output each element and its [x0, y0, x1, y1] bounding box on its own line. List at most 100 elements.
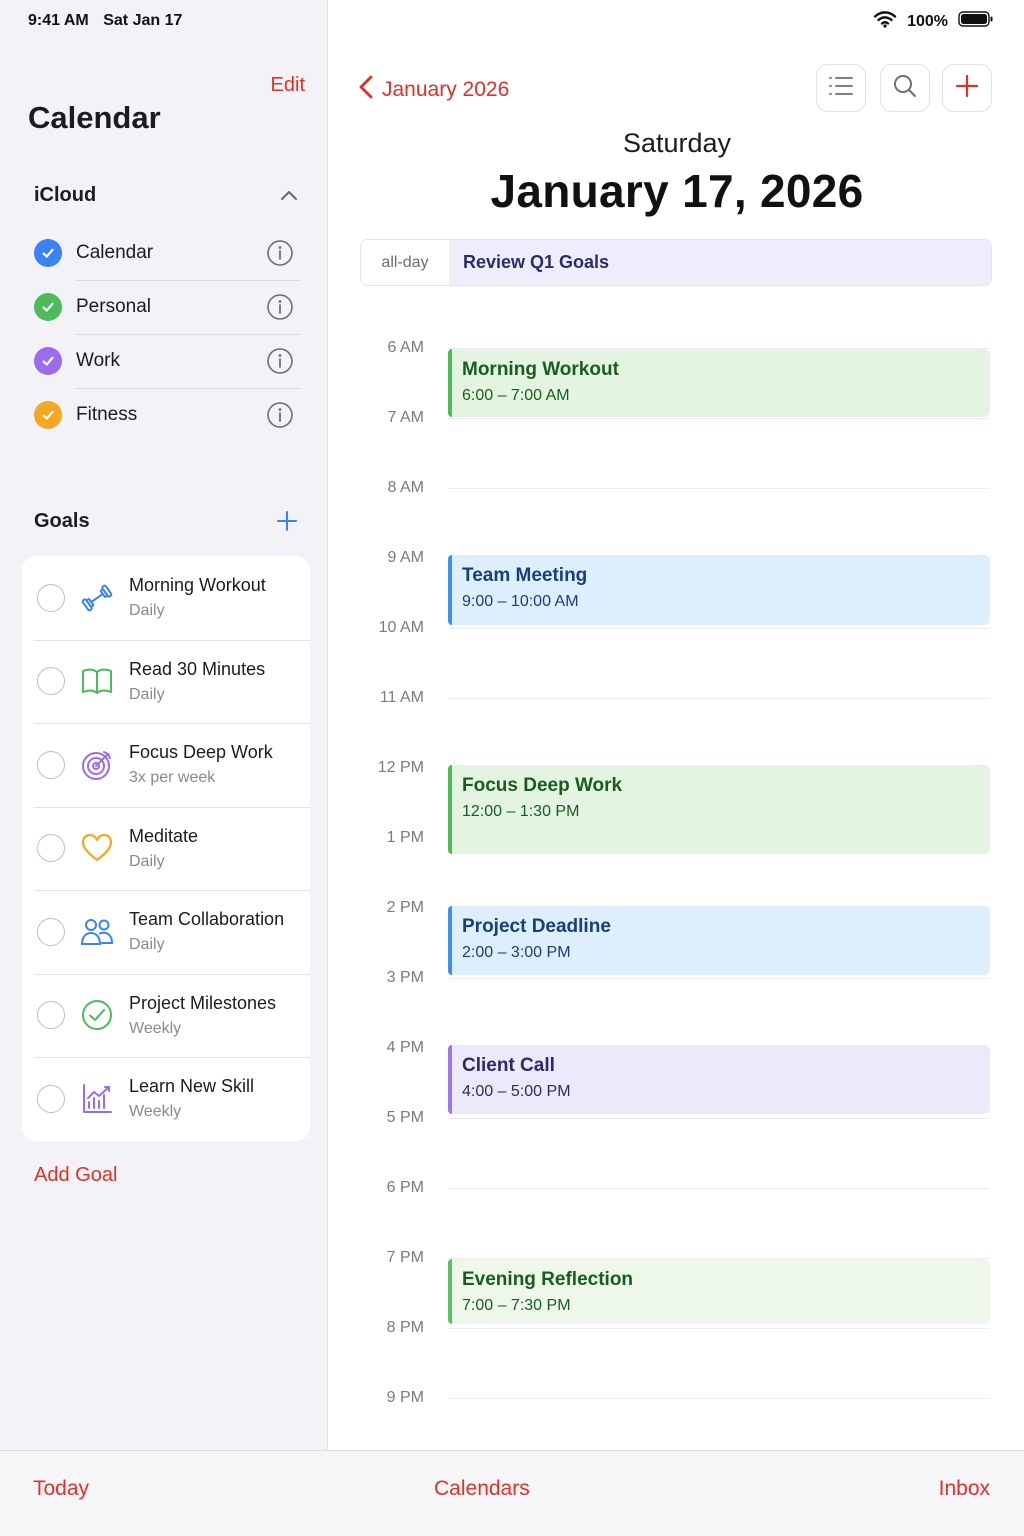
calendar-item-label: Calendar	[76, 242, 154, 263]
hour-label: 4 PM	[386, 1039, 424, 1056]
calendar-item-label: Personal	[76, 296, 151, 317]
goal-title: Morning Workout	[129, 575, 266, 596]
bottom-tab-bar: Today Calendars Inbox	[0, 1450, 1024, 1536]
event-morning-workout[interactable]: Morning Workout 6:00 – 7:00 AM	[448, 349, 990, 417]
event-focus-deep-work[interactable]: Focus Deep Work 12:00 – 1:30 PM	[448, 765, 990, 854]
goal-checkbox[interactable]	[37, 917, 65, 946]
people-icon	[79, 914, 115, 950]
hour-label: 12 PM	[377, 759, 424, 776]
event-time: 9:00 – 10:00 AM	[462, 593, 579, 610]
event-title: Focus Deep Work	[462, 775, 623, 796]
goals-section-header: Goals	[34, 506, 300, 536]
event-time: 6:00 – 7:00 AM	[462, 387, 570, 404]
status-date: Sat Jan 17	[103, 12, 183, 29]
goal-frequency: 3x per week	[129, 769, 216, 787]
status-time: 9:41 AM	[28, 12, 89, 29]
calendar-item-calendar[interactable]: Calendar	[34, 226, 300, 280]
hour-label: 8 AM	[387, 479, 424, 496]
goal-item-read-30-minutes[interactable]: Read 30 Minutes Daily	[22, 639, 310, 724]
hour-label: 2 PM	[386, 899, 424, 916]
hour-line	[448, 698, 990, 699]
goal-frequency: Weekly	[129, 1103, 182, 1121]
hour-label: 6 AM	[387, 339, 424, 356]
hour-label: 7 PM	[386, 1249, 424, 1266]
checkmark-icon[interactable]	[34, 239, 62, 267]
calendar-item-label: Work	[76, 350, 120, 371]
hour-label: 9 AM	[387, 549, 424, 566]
day-timeline: 6 AM 7 AM 8 AM 9 AM 10 AM 11 AM 12 PM 1 …	[330, 0, 1024, 1450]
goals-list: Morning Workout Daily Read 30 Minutes Da…	[22, 556, 310, 1141]
goal-title: Team Collaboration	[129, 909, 285, 930]
calendar-item-personal[interactable]: Personal	[34, 280, 300, 334]
chevron-up-icon[interactable]	[278, 184, 300, 206]
status-bar-left: 9:41 AM Sat Jan 17	[28, 12, 192, 30]
goal-item-morning-workout[interactable]: Morning Workout Daily	[22, 556, 310, 640]
goal-item-meditate[interactable]: Meditate Daily	[22, 806, 310, 891]
goal-checkbox[interactable]	[37, 1084, 65, 1113]
goal-frequency: Daily	[129, 602, 165, 620]
calendar-item-work[interactable]: Work	[34, 334, 300, 388]
event-time: 2:00 – 3:00 PM	[462, 944, 571, 961]
calendar-item-label: Fitness	[76, 404, 138, 425]
tab-inbox[interactable]: Inbox	[939, 1477, 990, 1501]
goal-title: Meditate	[129, 825, 199, 846]
info-icon[interactable]	[266, 347, 294, 375]
event-evening-reflection[interactable]: Evening Reflection 7:00 – 7:30 PM	[448, 1259, 990, 1324]
goal-checkbox[interactable]	[37, 667, 65, 696]
hour-line	[448, 1188, 990, 1189]
event-title: Project Deadline	[462, 916, 611, 937]
edit-button[interactable]: Edit	[271, 74, 305, 97]
target-icon	[79, 747, 115, 783]
checkmark-icon[interactable]	[34, 293, 62, 321]
hour-line	[448, 1328, 990, 1329]
tab-today[interactable]: Today	[33, 1477, 89, 1501]
add-goal-button[interactable]: Add Goal	[34, 1164, 117, 1187]
calendar-item-fitness[interactable]: Fitness	[34, 388, 300, 442]
goal-checkbox[interactable]	[37, 583, 65, 612]
sidebar-title: Calendar	[28, 100, 161, 135]
hour-line	[448, 978, 990, 979]
goal-item-learn-new-skill[interactable]: Learn New Skill Weekly	[22, 1057, 310, 1141]
info-icon[interactable]	[266, 293, 294, 321]
hour-label: 5 PM	[386, 1109, 424, 1126]
goal-title: Learn New Skill	[129, 1076, 255, 1097]
goal-frequency: Weekly	[129, 1019, 182, 1037]
goal-item-focus-deep-work[interactable]: Focus Deep Work 3x per week	[22, 723, 310, 807]
tab-calendars[interactable]: Calendars	[434, 1477, 530, 1501]
goal-frequency: Daily	[129, 685, 165, 703]
event-project-deadline[interactable]: Project Deadline 2:00 – 3:00 PM	[448, 906, 990, 975]
sidebar: 9:41 AM Sat Jan 17 Edit Calendar iCloud …	[0, 0, 328, 1450]
hour-label: 3 PM	[386, 969, 424, 986]
event-time: 12:00 – 1:30 PM	[462, 803, 580, 820]
hour-label: 10 AM	[378, 619, 424, 636]
event-title: Client Call	[462, 1055, 555, 1076]
event-time: 7:00 – 7:30 PM	[462, 1297, 571, 1314]
event-client-call[interactable]: Client Call 4:00 – 5:00 PM	[448, 1045, 990, 1114]
goal-frequency: Daily	[129, 852, 165, 870]
goal-item-team-collaboration[interactable]: Team Collaboration Daily	[22, 890, 310, 974]
goals-label: Goals	[34, 509, 90, 532]
goal-checkbox[interactable]	[37, 834, 65, 863]
info-icon[interactable]	[266, 401, 294, 429]
checkmark-icon[interactable]	[34, 347, 62, 375]
event-team-meeting[interactable]: Team Meeting 9:00 – 10:00 AM	[448, 555, 990, 625]
event-title: Team Meeting	[462, 565, 588, 586]
add-goal-plus-icon[interactable]	[274, 508, 300, 534]
hour-label: 7 AM	[387, 409, 424, 426]
hour-line	[448, 1118, 990, 1119]
hour-label: 6 PM	[386, 1179, 424, 1196]
checkmark-icon[interactable]	[34, 401, 62, 429]
calendar-app: 9:41 AM Sat Jan 17 Edit Calendar iCloud …	[0, 0, 1024, 1536]
hour-line	[448, 628, 990, 629]
hour-label: 11 AM	[379, 689, 424, 706]
goal-item-project-milestones[interactable]: Project Milestones Weekly	[22, 973, 310, 1058]
goal-checkbox[interactable]	[37, 750, 65, 779]
hour-line	[448, 418, 990, 419]
goal-checkbox[interactable]	[37, 1001, 65, 1030]
icloud-section-header[interactable]: iCloud	[34, 180, 300, 210]
event-title: Evening Reflection	[462, 1269, 634, 1290]
hour-label: 9 PM	[386, 1389, 424, 1406]
info-icon[interactable]	[266, 239, 294, 267]
hour-label: 8 PM	[386, 1319, 424, 1336]
heart-icon	[79, 830, 115, 866]
